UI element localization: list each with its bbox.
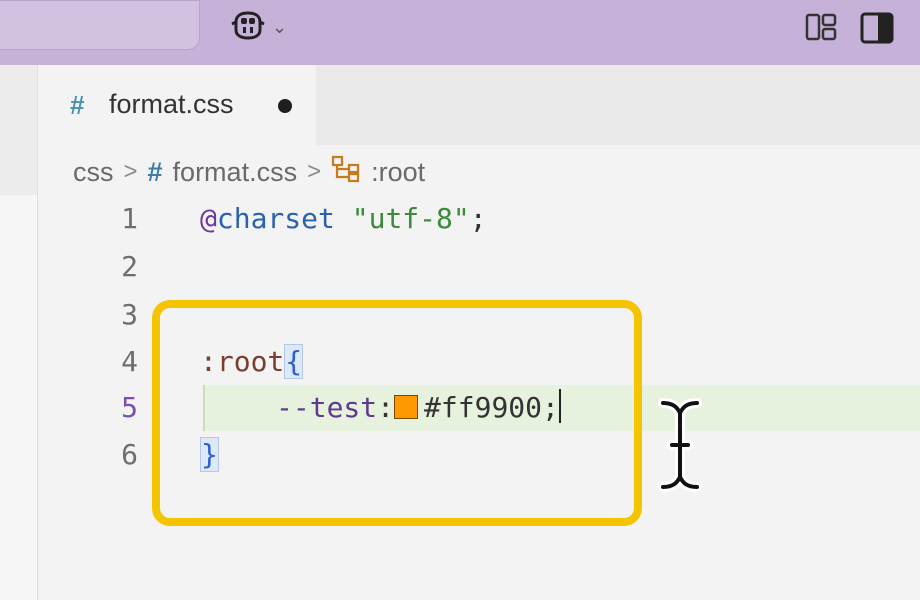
chevron-right-icon: > bbox=[123, 158, 138, 185]
tab-label: format.css bbox=[109, 89, 234, 119]
sidebar-panel bbox=[0, 195, 38, 600]
line-number: 3 bbox=[121, 298, 138, 331]
symbol-class-icon bbox=[331, 155, 361, 190]
line-number: 4 bbox=[121, 345, 138, 378]
toggle-secondary-sidebar-icon[interactable] bbox=[860, 12, 894, 49]
breadcrumb-file[interactable]: format.css bbox=[173, 157, 298, 188]
highlight-annotation-box bbox=[152, 300, 642, 526]
code-line[interactable]: 1 @charset "utf-8"; bbox=[38, 195, 920, 243]
line-number: 5 bbox=[121, 391, 138, 424]
code-text[interactable]: @charset "utf-8"; bbox=[200, 195, 487, 243]
customize-layout-icon[interactable] bbox=[805, 12, 837, 47]
unsaved-dot-icon[interactable] bbox=[278, 99, 292, 113]
string-literal: "utf-8" bbox=[351, 202, 470, 235]
chevron-down-icon[interactable]: ⌄ bbox=[272, 17, 287, 38]
breadcrumb: css > # format.css > :root bbox=[73, 152, 425, 192]
at-sign: @ bbox=[200, 202, 217, 235]
copilot-menu[interactable]: ⌄ bbox=[230, 10, 287, 44]
breadcrumb-folder[interactable]: css bbox=[73, 157, 114, 188]
breadcrumb-symbol[interactable]: :root bbox=[371, 157, 425, 188]
line-number: 2 bbox=[121, 250, 138, 283]
tab-format-css[interactable]: # format.css bbox=[38, 65, 316, 145]
semicolon: ; bbox=[469, 202, 487, 235]
line-number: 6 bbox=[121, 438, 138, 471]
tab-bar: # format.css bbox=[38, 65, 920, 145]
css-file-icon: # bbox=[147, 156, 163, 187]
ibeam-cursor-icon bbox=[655, 395, 705, 500]
css-file-icon: # bbox=[70, 90, 85, 120]
title-bar: ⌄ bbox=[0, 0, 920, 65]
code-line[interactable]: 2 bbox=[38, 243, 920, 291]
copilot-icon[interactable] bbox=[230, 10, 266, 45]
chevron-right-icon: > bbox=[307, 158, 322, 185]
line-number: 1 bbox=[121, 202, 138, 235]
command-center[interactable] bbox=[0, 0, 200, 50]
charset-keyword: charset bbox=[216, 202, 335, 235]
